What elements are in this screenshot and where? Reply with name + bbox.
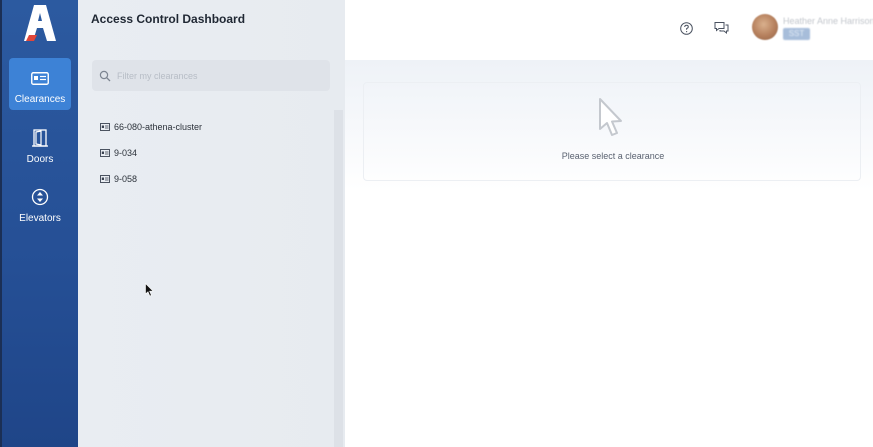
user-tag-badge: SST	[783, 28, 810, 40]
nav-item-label: Clearances	[14, 94, 66, 105]
clearances-panel: Access Control Dashboard 66-080-athena-c…	[78, 0, 345, 447]
app-logo[interactable]	[23, 4, 57, 42]
search-icon	[99, 70, 111, 81]
id-card-icon	[30, 68, 50, 88]
clearance-label: 9-034	[114, 148, 138, 158]
clearance-item[interactable]: 9-058	[100, 166, 202, 192]
avatar[interactable]	[752, 14, 778, 40]
door-icon	[30, 128, 50, 148]
clearance-label: 9-058	[114, 174, 138, 184]
nav-item-label: Doors	[26, 154, 54, 165]
empty-state-card: Please select a clearance	[363, 82, 861, 181]
nav-item-elevators[interactable]: Elevators	[9, 177, 71, 229]
mouse-cursor-icon	[145, 283, 154, 297]
clearance-filter[interactable]	[92, 60, 330, 91]
clearance-list: 66-080-athena-cluster 9-034 9-058	[100, 114, 202, 192]
page-title: Access Control Dashboard	[91, 12, 246, 26]
clearance-label: 66-080-athena-cluster	[114, 122, 203, 132]
pointer-icon	[599, 98, 622, 136]
clearance-item[interactable]: 9-034	[100, 140, 202, 166]
elevator-icon	[30, 187, 50, 207]
user-name[interactable]: Heather Anne Harrison	[783, 16, 873, 26]
nav-item-clearances[interactable]: Clearances	[9, 58, 71, 110]
id-card-icon	[100, 175, 110, 183]
rail-edge	[0, 0, 2, 447]
nav-item-label: Elevators	[19, 213, 61, 224]
nav-rail: Clearances Doors Elevators	[0, 0, 78, 447]
clearance-item[interactable]: 66-080-athena-cluster	[100, 114, 202, 140]
main-content: Please select a clearance	[345, 60, 873, 447]
help-icon[interactable]	[680, 22, 693, 35]
empty-state-message: Please select a clearance	[561, 151, 665, 161]
id-card-icon	[100, 123, 110, 131]
panel-scrollbar[interactable]	[334, 110, 343, 447]
search-input[interactable]	[117, 70, 317, 81]
chat-icon[interactable]	[714, 21, 729, 35]
id-card-icon	[100, 149, 110, 157]
nav-item-doors[interactable]: Doors	[9, 118, 71, 170]
top-header: Heather Anne Harrison SST	[345, 0, 873, 60]
